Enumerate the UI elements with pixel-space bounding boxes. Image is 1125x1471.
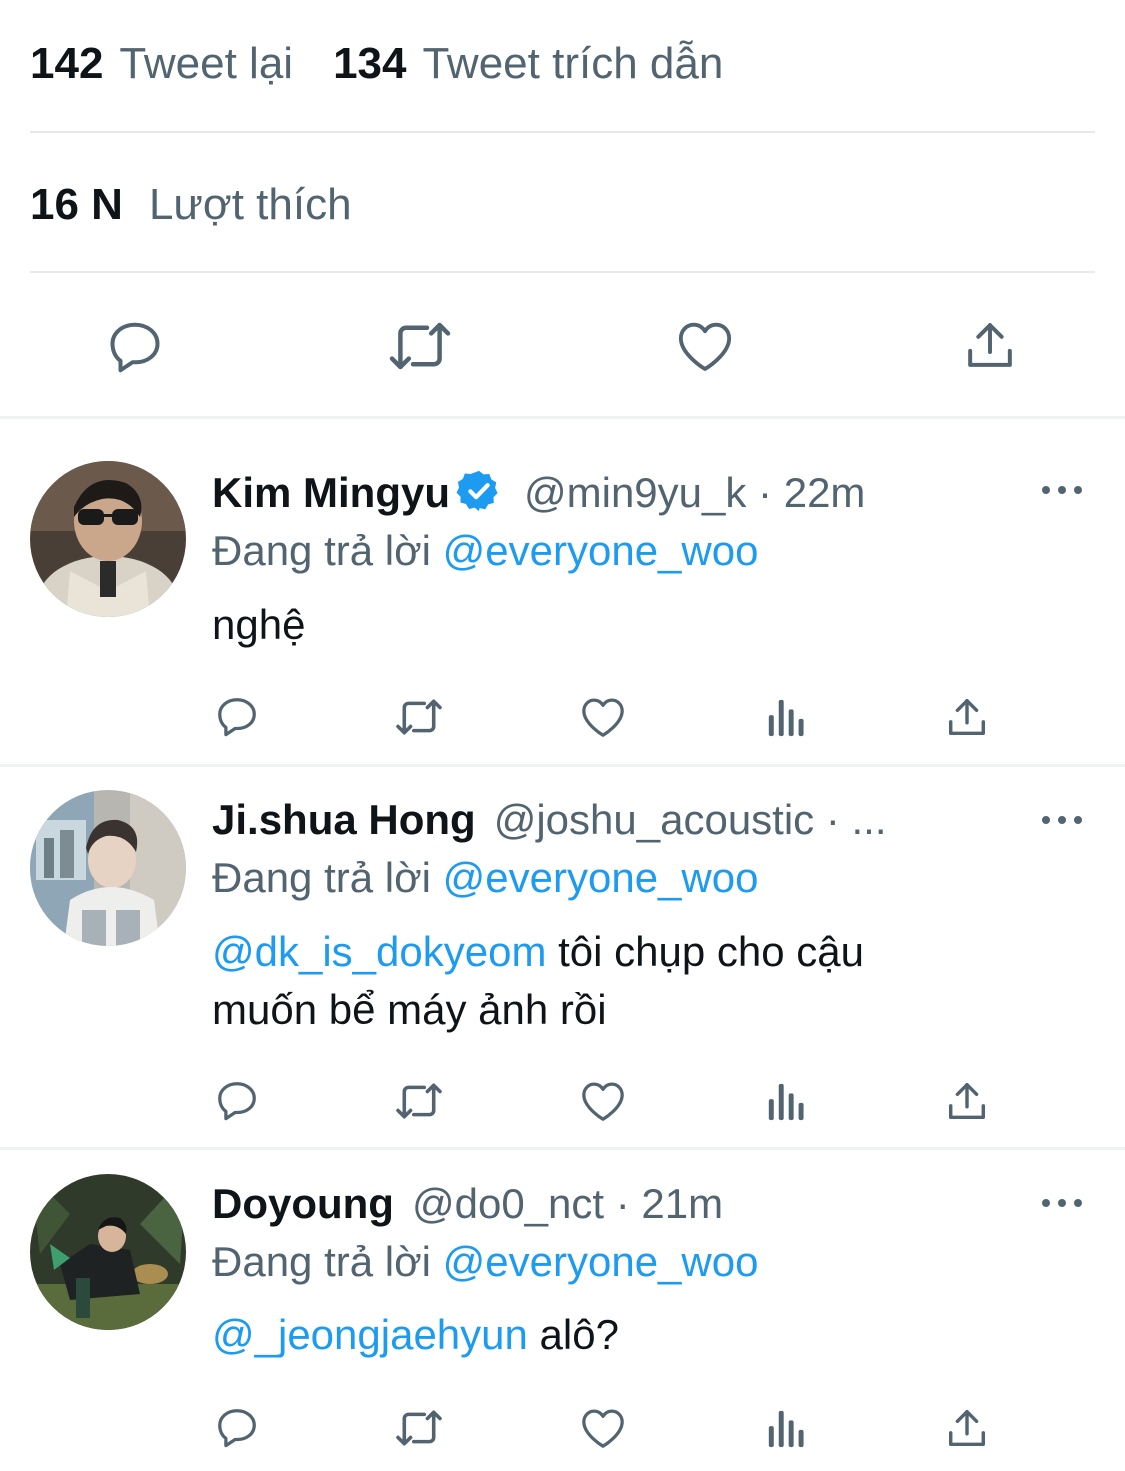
tweet-text: nghệ [212, 601, 306, 648]
replying-to-mention[interactable]: @everyone_woo [443, 854, 759, 901]
more-options-icon[interactable] [1040, 480, 1084, 500]
tweet-text-line: alô? [527, 1311, 619, 1358]
replying-to-mention[interactable]: @everyone_woo [443, 1238, 759, 1285]
reply-header: Doyoung @do0_nct · 21m [212, 1179, 723, 1229]
like-icon[interactable] [580, 1079, 626, 1123]
reply-icon[interactable] [214, 693, 260, 739]
reply-header: Kim Mingyu @min9yu_k · 22m [212, 468, 865, 518]
tweet-text-line: tôi chụp cho cậu [546, 928, 865, 975]
likes-stats-row: 16 N Lượt thích [30, 175, 1095, 235]
avatar[interactable] [30, 790, 186, 946]
handle-and-time[interactable]: @joshu_acoustic · ... [494, 796, 887, 843]
analytics-icon[interactable] [766, 1080, 806, 1122]
reply-header: Ji.shua Hong @joshu_acoustic · ... [212, 795, 887, 845]
handle-and-time[interactable]: @min9yu_k · 22m [524, 469, 865, 516]
divider [0, 764, 1125, 767]
tweet-mention[interactable]: @_jeongjaehyun [212, 1311, 528, 1358]
replying-to-line: Đang trả lời @everyone_woo [212, 1237, 758, 1287]
like-icon[interactable] [676, 318, 734, 374]
divider [30, 131, 1095, 133]
replying-to-line: Đang trả lời @everyone_woo [212, 853, 758, 903]
tweet-text: @_jeongjaehyun alô? [212, 1306, 619, 1364]
tweet-text-line: muốn bể máy ảnh rồi [212, 986, 607, 1033]
share-icon[interactable] [962, 316, 1018, 374]
share-icon[interactable] [944, 1078, 990, 1124]
reply-icon[interactable] [214, 1404, 260, 1450]
analytics-icon[interactable] [766, 696, 806, 738]
replying-to-label: Đang trả lời [212, 1238, 443, 1285]
replying-to-label: Đang trả lời [212, 527, 443, 574]
divider [0, 1147, 1125, 1150]
retweet-icon[interactable] [386, 318, 454, 374]
more-options-icon[interactable] [1040, 1193, 1084, 1213]
avatar[interactable] [30, 461, 186, 617]
handle-and-time[interactable]: @do0_nct · 21m [412, 1180, 723, 1227]
quote-label[interactable]: Tweet trích dẫn [422, 39, 723, 89]
reply-icon[interactable] [214, 1077, 260, 1123]
engagement-stats-row: 142 Tweet lại 134 Tweet trích dẫn [30, 34, 1095, 94]
like-icon[interactable] [580, 695, 626, 739]
retweet-icon[interactable] [392, 696, 446, 738]
replying-to-label: Đang trả lời [212, 854, 443, 901]
tweet-mention[interactable]: @dk_is_dokyeom [212, 928, 546, 975]
retweet-count[interactable]: 142 [30, 39, 103, 89]
more-options-icon[interactable] [1040, 810, 1084, 830]
replying-to-mention[interactable]: @everyone_woo [443, 527, 759, 574]
verified-badge-icon [456, 468, 502, 514]
analytics-icon[interactable] [766, 1407, 806, 1449]
display-name[interactable]: Doyoung [212, 1180, 394, 1227]
like-label[interactable]: Lượt thích [149, 180, 352, 230]
tweet-text: @dk_is_dokyeom tôi chụp cho cậu [212, 923, 864, 981]
divider [30, 271, 1095, 273]
display-name[interactable]: Kim Mingyu [212, 469, 450, 516]
retweet-label[interactable]: Tweet lại [119, 39, 293, 89]
avatar[interactable] [30, 1174, 186, 1330]
divider [0, 416, 1125, 419]
retweet-icon[interactable] [392, 1407, 446, 1449]
display-name[interactable]: Ji.shua Hong [212, 796, 476, 843]
like-icon[interactable] [580, 1406, 626, 1450]
replying-to-line: Đang trả lời @everyone_woo [212, 526, 758, 576]
quote-count[interactable]: 134 [333, 39, 406, 89]
like-count[interactable]: 16 N [30, 180, 123, 230]
retweet-icon[interactable] [392, 1080, 446, 1122]
share-icon[interactable] [944, 1405, 990, 1451]
share-icon[interactable] [944, 694, 990, 740]
reply-icon[interactable] [105, 316, 165, 376]
